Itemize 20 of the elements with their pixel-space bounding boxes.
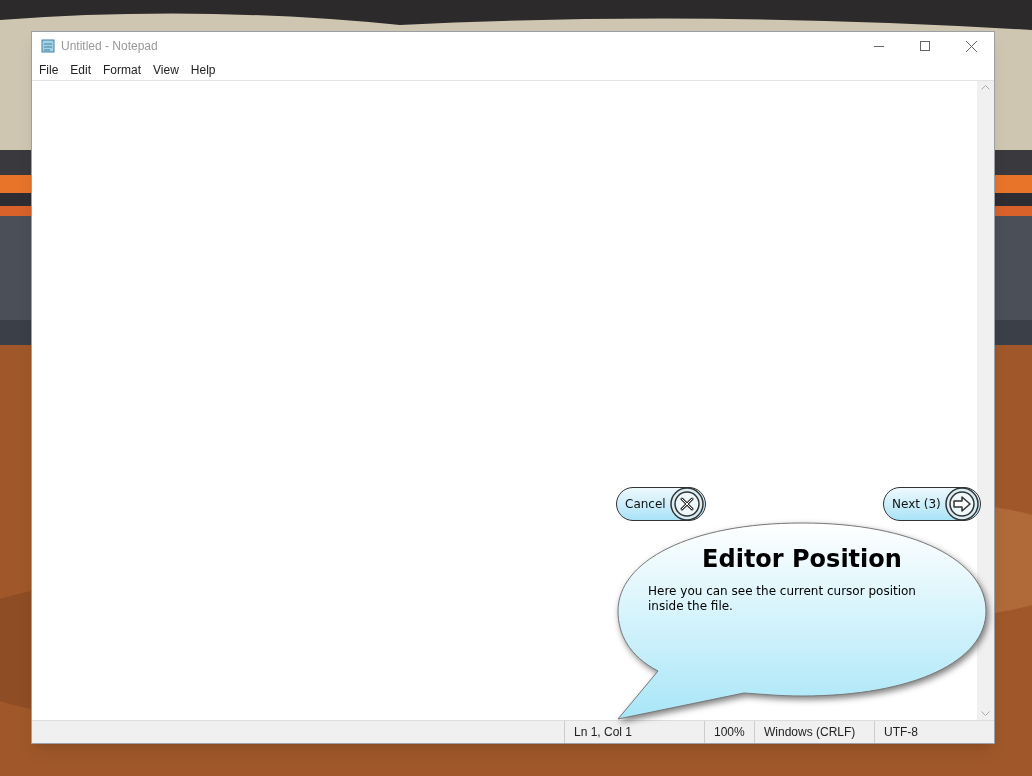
menu-item[interactable]: View <box>147 61 185 79</box>
vertical-scrollbar[interactable] <box>977 81 994 720</box>
next-button[interactable]: Next (3) <box>883 487 981 521</box>
menu-item[interactable]: File <box>33 61 65 79</box>
status-bar-item: UTF-8 <box>874 721 977 743</box>
status-bar-item: Windows (CRLF) <box>754 721 874 743</box>
maximize-icon <box>920 41 930 51</box>
status-bar-item: Ln 1, Col 1 <box>564 721 704 743</box>
notepad-icon <box>41 39 55 53</box>
window-title: Untitled - Notepad <box>61 38 158 55</box>
balloon-title: Editor Position <box>701 544 903 574</box>
minimize-icon <box>874 45 884 47</box>
cancel-button[interactable]: Cancel <box>616 487 706 521</box>
status-bar-item: 100% <box>704 721 754 743</box>
menu-item[interactable]: Edit <box>64 61 98 79</box>
balloon-text: Here you can see the current cursor position inside the file. <box>648 584 917 614</box>
close-icon <box>965 40 977 52</box>
close-icon <box>669 487 704 521</box>
menu-item[interactable]: Help <box>184 61 222 79</box>
menu-item[interactable]: Format <box>97 61 148 79</box>
